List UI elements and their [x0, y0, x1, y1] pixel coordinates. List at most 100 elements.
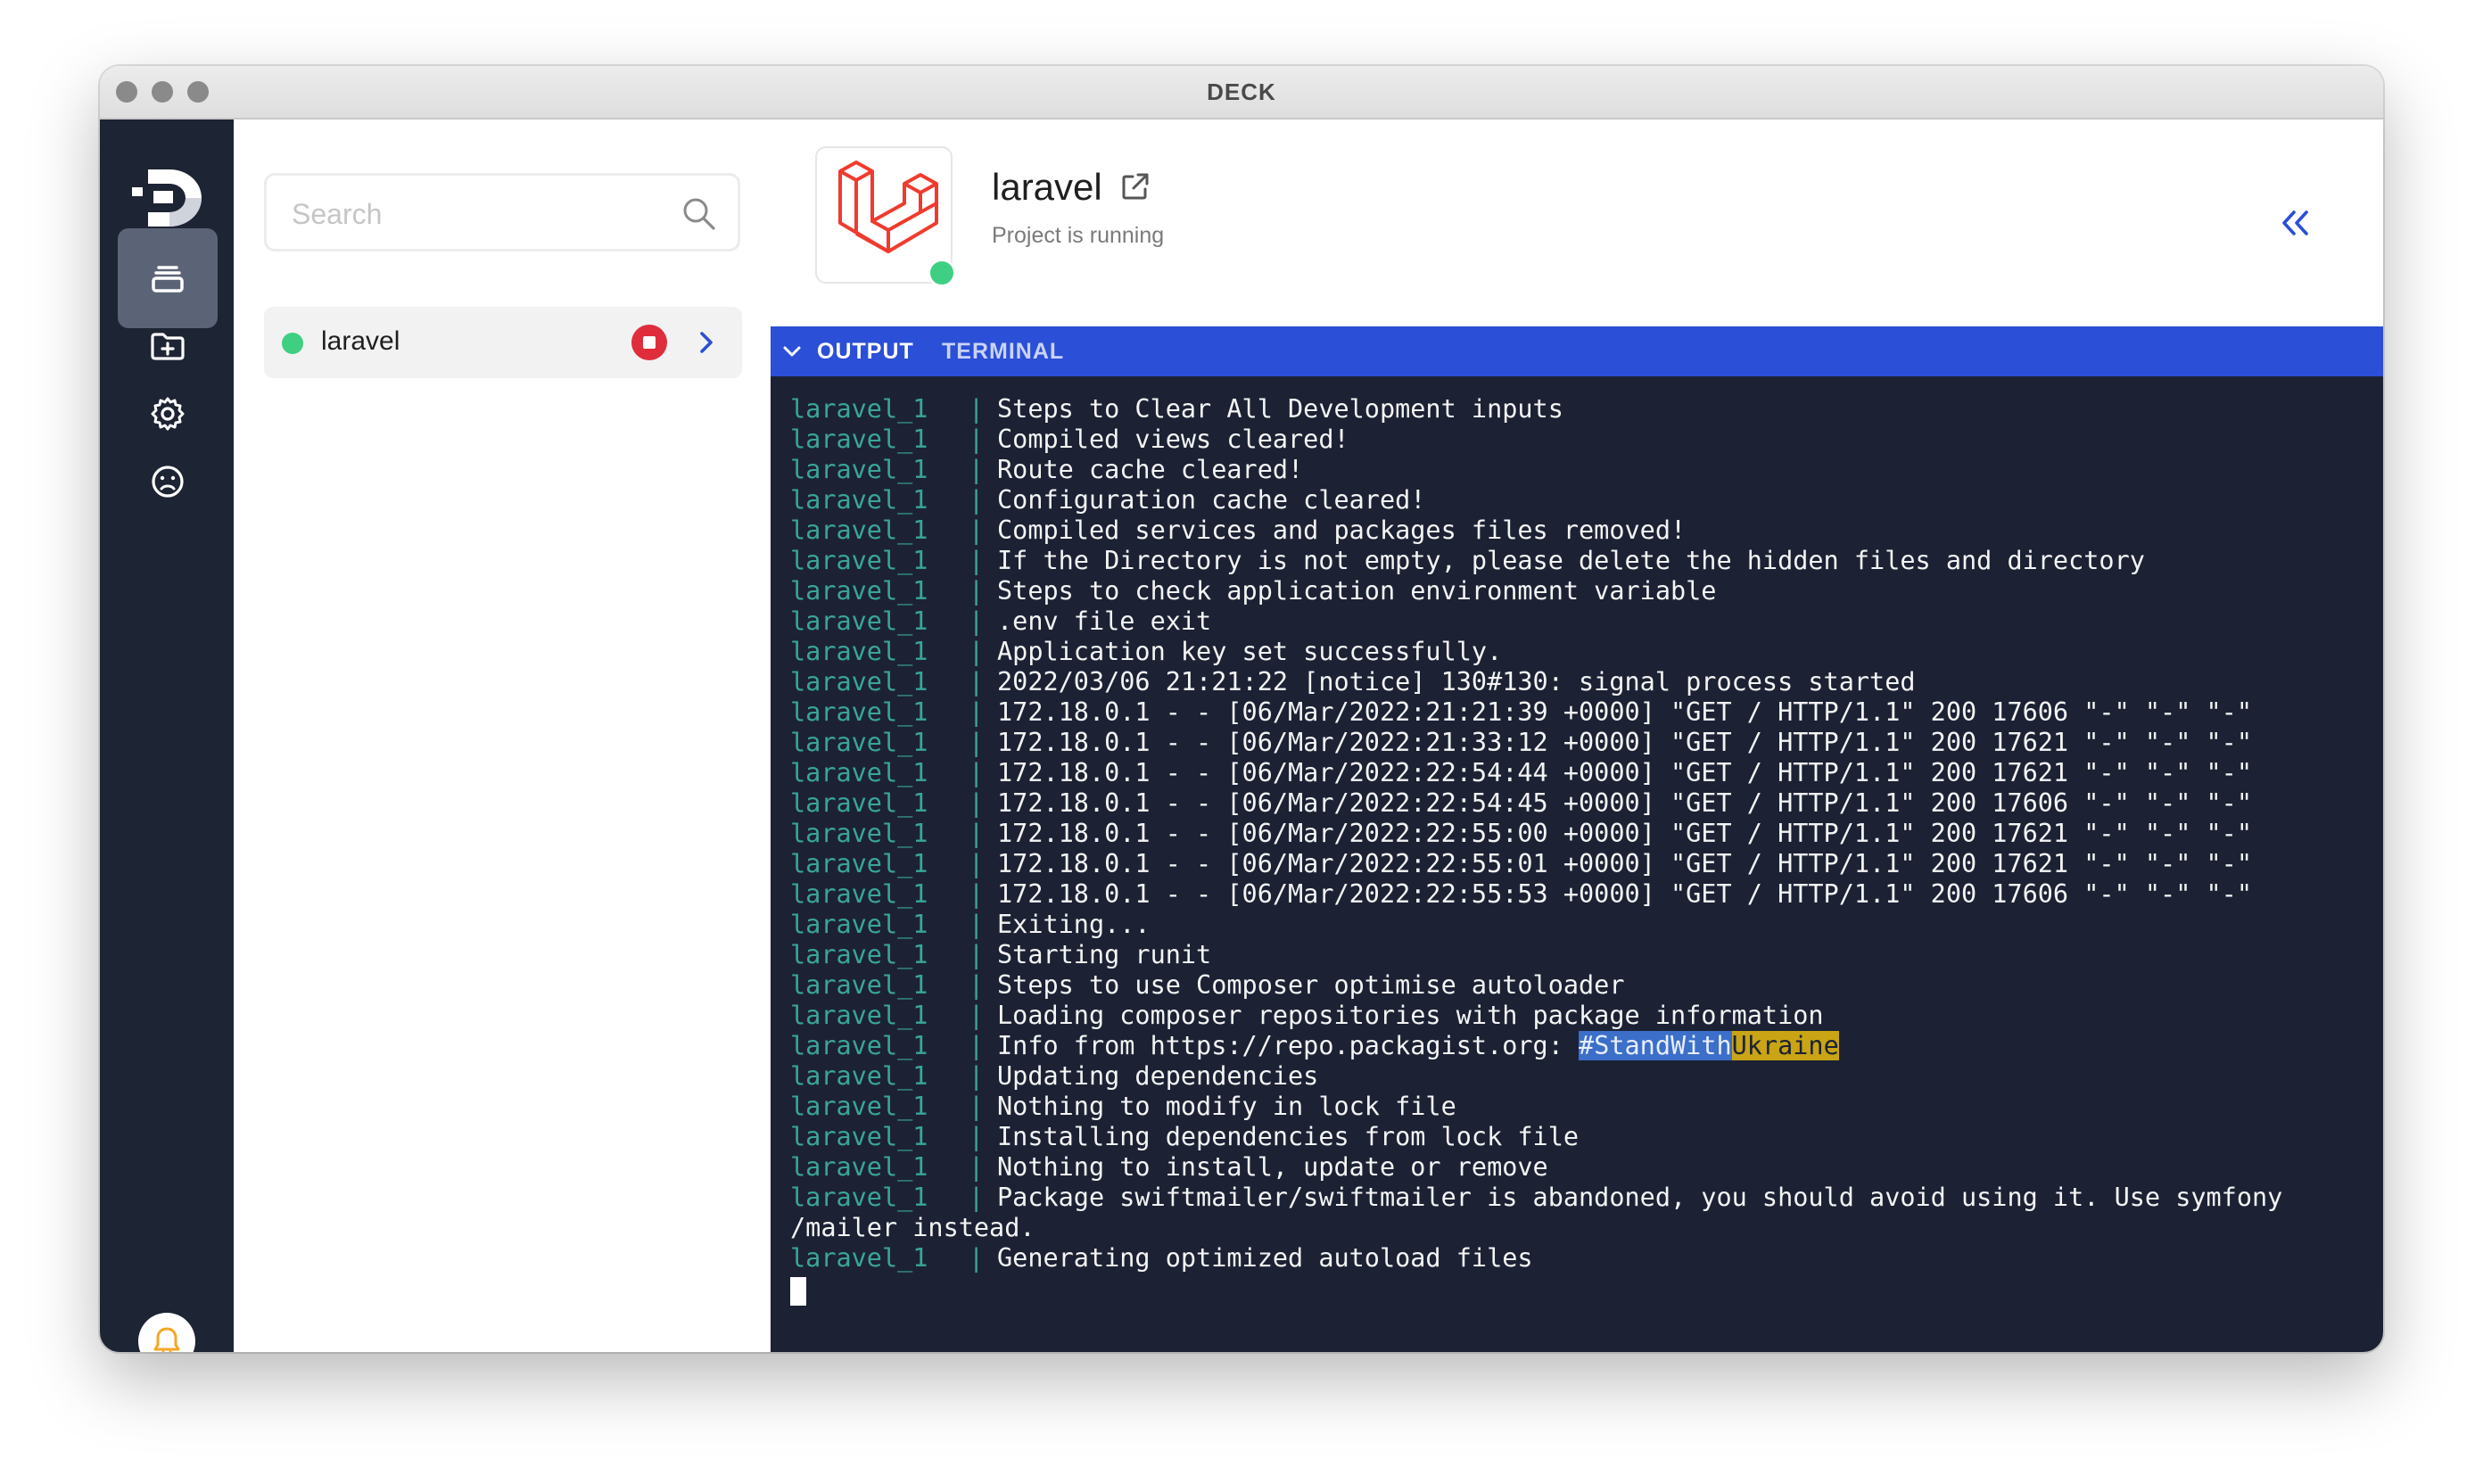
log-message: .env file exit [997, 606, 1212, 636]
line-separator: | [969, 970, 985, 1000]
service-prefix: laravel_1 [790, 728, 928, 757]
line-separator: | [969, 1001, 985, 1030]
log-message: Compiled services and packages files rem… [997, 515, 1687, 545]
terminal-cursor [790, 1277, 806, 1306]
log-message: Info from https://repo.packagist.org: [997, 1031, 1580, 1060]
log-message: Compiled views cleared! [997, 425, 1349, 454]
terminal-line: laravel_1 | Updating dependencies [790, 1061, 2360, 1092]
terminal-line: laravel_1 | Exiting... [790, 910, 2360, 940]
line-separator: | [969, 879, 985, 909]
tab-terminal[interactable]: TERMINAL [942, 339, 1064, 365]
log-message: 172.18.0.1 - - [06/Mar/2022:22:54:44 +00… [997, 758, 2252, 787]
terminal-line: laravel_1 | Steps to Clear All Development… [790, 394, 2360, 425]
notifications-button[interactable] [138, 1313, 195, 1352]
line-separator: | [969, 546, 985, 575]
external-link-icon[interactable] [1118, 169, 1152, 203]
service-prefix: laravel_1 [790, 758, 928, 787]
log-message: Steps to use Composer optimise autoloade… [997, 970, 1625, 1000]
project-logo [815, 146, 956, 287]
log-message: 2022/03/06 21:21:22 [notice] 130#130: si… [997, 667, 1916, 697]
service-prefix: laravel_1 [790, 788, 928, 818]
line-separator: | [969, 515, 985, 545]
log-message: 172.18.0.1 - - [06/Mar/2022:21:33:12 +00… [997, 728, 2252, 757]
stop-project-button[interactable] [631, 325, 667, 360]
terminal-line: laravel_1 | 172.18.0.1 - - [06/Mar/2022:21… [790, 728, 2360, 758]
line-separator: | [969, 940, 985, 969]
deck-logo-icon[interactable] [127, 164, 207, 230]
line-separator: | [969, 455, 985, 484]
log-message: Package swiftmailer/swiftmailer is aband… [997, 1183, 2283, 1212]
line-separator: | [969, 1061, 985, 1091]
laravel-logo-icon [838, 161, 938, 253]
highlighted-text: #StandWith [1579, 1031, 1732, 1060]
service-prefix: laravel_1 [790, 394, 928, 424]
service-prefix: laravel_1 [790, 1001, 928, 1030]
search-box [264, 173, 740, 251]
nav-rail [100, 120, 234, 1352]
line-separator: | [969, 667, 985, 697]
project-item-name: laravel [321, 326, 400, 356]
terminal-line: laravel_1 | If the Directory is not empty,… [790, 546, 2360, 576]
terminal-line: laravel_1 | Route cache cleared! [790, 455, 2360, 485]
service-prefix: laravel_1 [790, 485, 928, 515]
app-window: DECK Search laravel laravel Project is r… [100, 66, 2383, 1352]
chevron-down-icon[interactable] [780, 339, 804, 364]
terminal-line: laravel_1 | 172.18.0.1 - - [06/Mar/2022:22… [790, 758, 2360, 788]
line-separator: | [969, 1152, 985, 1182]
log-message: Nothing to modify in lock file [997, 1092, 1456, 1121]
project-title: laravel [992, 166, 1102, 208]
log-message: Loading composer repositories with packa… [997, 1001, 1824, 1030]
collapse-panel-icon[interactable] [2276, 203, 2315, 243]
service-prefix: laravel_1 [790, 576, 928, 606]
log-message: If the Directory is not empty, please de… [997, 546, 2145, 575]
feedback-nav-button[interactable] [118, 432, 218, 532]
log-message: Steps to check application environment v… [997, 576, 1717, 606]
running-status-dot [282, 333, 303, 354]
terminal-output[interactable]: laravel_1 | Steps to Clear All Development… [771, 376, 2383, 1352]
terminal-line: laravel_1 | Generating optimized autoload … [790, 1243, 2360, 1274]
terminal-line: laravel_1 | Nothing to modify in lock file [790, 1092, 2360, 1122]
service-prefix: laravel_1 [790, 546, 928, 575]
line-separator: | [969, 697, 985, 727]
service-prefix: laravel_1 [790, 515, 928, 545]
service-prefix: laravel_1 [790, 697, 928, 727]
log-message: 172.18.0.1 - - [06/Mar/2022:21:21:39 +00… [997, 697, 2252, 727]
log-message: Starting runit [997, 940, 1212, 969]
tab-output[interactable]: OUTPUT [817, 339, 914, 365]
log-message: Updating dependencies [997, 1061, 1319, 1091]
service-prefix: laravel_1 [790, 819, 928, 848]
project-list-item[interactable]: laravel [264, 307, 742, 378]
terminal-line: laravel_1 | Info from https://repo.packagi… [790, 1031, 2360, 1061]
add-folder-icon [151, 333, 185, 360]
line-separator: | [969, 728, 985, 757]
terminal-line: laravel_1 | 172.18.0.1 - - [06/Mar/2022:22… [790, 879, 2360, 910]
log-message: 172.18.0.1 - - [06/Mar/2022:22:55:00 +00… [997, 819, 2252, 848]
service-prefix: laravel_1 [790, 1031, 928, 1060]
chevron-right-icon[interactable] [690, 326, 722, 359]
terminal-line: laravel_1 | 172.18.0.1 - - [06/Mar/2022:21… [790, 697, 2360, 728]
line-separator: | [969, 425, 985, 454]
service-prefix: laravel_1 [790, 1243, 928, 1273]
terminal-line: laravel_1 | Steps to check application env… [790, 576, 2360, 606]
terminal-line: laravel_1 | Installing dependencies from l… [790, 1122, 2360, 1152]
search-icon[interactable] [681, 195, 718, 233]
project-status-text: Project is running [992, 223, 1165, 248]
service-prefix: laravel_1 [790, 910, 928, 939]
log-message: Route cache cleared! [997, 455, 1304, 484]
terminal-line: laravel_1 | Nothing to install, update or … [790, 1152, 2360, 1183]
service-prefix: laravel_1 [790, 1092, 928, 1121]
line-separator: | [969, 1243, 985, 1273]
search-input[interactable] [290, 194, 668, 235]
line-separator: | [969, 910, 985, 939]
sad-face-icon [152, 466, 184, 498]
terminal-line: laravel_1 | Starting runit [790, 940, 2360, 970]
service-prefix: laravel_1 [790, 1183, 928, 1212]
terminal-line: laravel_1 | 2022/03/06 21:21:22 [notice] 1… [790, 667, 2360, 697]
service-prefix: laravel_1 [790, 1152, 928, 1182]
output-tab-bar: OUTPUT TERMINAL [771, 326, 2383, 376]
terminal-line: laravel_1 | Application key set successful… [790, 637, 2360, 667]
log-message: 172.18.0.1 - - [06/Mar/2022:22:55:53 +00… [997, 879, 2252, 909]
line-separator: | [969, 576, 985, 606]
terminal-line: laravel_1 | Loading composer repositories … [790, 1001, 2360, 1031]
log-message: Application key set successfully. [997, 637, 1503, 666]
